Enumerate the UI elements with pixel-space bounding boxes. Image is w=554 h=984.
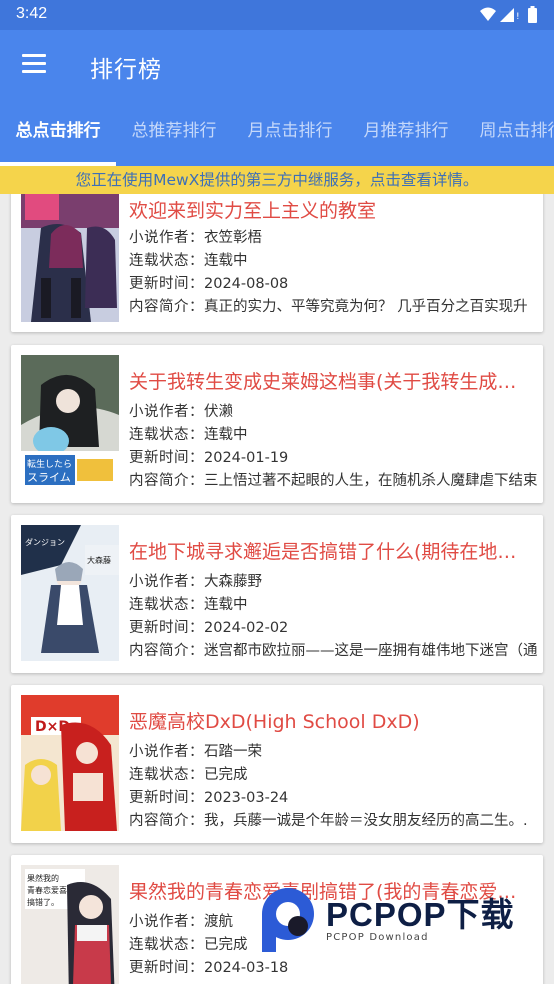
book-author: 石踏一荣 bbox=[204, 744, 262, 760]
book-card[interactable]: D×D 恶魔高校DxD(High School DxD) 小说作者：石踏一荣 连… bbox=[11, 685, 543, 843]
tab-bar: 总点击排行 总推荐排行 月点击排行 月推荐排行 周点击排行 bbox=[0, 100, 554, 166]
author-label: 小说作者： bbox=[129, 404, 204, 420]
svg-text:搞错了。: 搞错了。 bbox=[27, 897, 59, 907]
summary-label: 内容简介： bbox=[129, 473, 204, 489]
book-updated: 2024-03-18 bbox=[204, 960, 289, 976]
tab-monthly-clicks[interactable]: 月点击排行 bbox=[232, 100, 348, 166]
book-cover-image: 果然我的 青春恋爱喜剧 搞错了。 bbox=[21, 865, 119, 984]
book-list[interactable]: 欢迎来到实力至上主义的教室 小说作者：衣笠彰梧 连载状态：连载中 更新时间：20… bbox=[0, 194, 554, 984]
book-title: 关于我转生变成史莱姆这档事(关于我转生成… bbox=[129, 371, 517, 393]
book-updated-row: 更新时间：2024-08-08 bbox=[129, 272, 539, 293]
summary-label: 内容简介： bbox=[129, 299, 204, 315]
book-updated-row: 更新时间：2024-03-18 bbox=[129, 956, 539, 977]
book-author: 伏濑 bbox=[204, 404, 233, 420]
book-status: 连载中 bbox=[204, 427, 248, 443]
book-updated: 2024-02-02 bbox=[204, 620, 289, 636]
book-status-row: 连载状态：连载中 bbox=[129, 249, 539, 270]
updated-label: 更新时间： bbox=[129, 276, 204, 292]
menu-icon[interactable] bbox=[22, 54, 46, 73]
updated-label: 更新时间： bbox=[129, 960, 204, 976]
book-status: 连载中 bbox=[204, 253, 248, 269]
book-updated-row: 更新时间：2024-02-02 bbox=[129, 616, 539, 637]
book-author: 衣笠彰梧 bbox=[204, 230, 262, 246]
watermark-logo: PCPOP下载 PCPOP Download bbox=[256, 886, 546, 954]
book-updated: 2023-03-24 bbox=[204, 790, 289, 806]
svg-text:!: ! bbox=[516, 12, 520, 22]
book-summary-row: 内容简介：我，兵藤一诚是个年龄＝没女朋友经历的高二生。. bbox=[129, 809, 539, 830]
book-summary-row: 内容简介：三上悟过著不起眼的人生，在随机杀人魔肆虐下结束 bbox=[129, 469, 539, 490]
summary-label: 内容简介： bbox=[129, 813, 204, 829]
book-author-row: 小说作者：石踏一荣 bbox=[129, 740, 539, 761]
author-label: 小说作者： bbox=[129, 574, 204, 590]
battery-icon bbox=[528, 6, 537, 23]
author-label: 小说作者： bbox=[129, 744, 204, 760]
book-cover-image: ダンジョン 大森藤 bbox=[21, 525, 119, 661]
book-status-row: 连载状态：连载中 bbox=[129, 593, 539, 614]
book-author: 大森藤野 bbox=[204, 574, 262, 590]
book-card[interactable]: ダンジョン 大森藤 在地下城寻求邂逅是否搞错了什么(期待在地… 小说作者：大森藤… bbox=[11, 515, 543, 673]
book-title: 欢迎来到实力至上主义的教室 bbox=[129, 200, 377, 222]
book-author-row: 小说作者：大森藤野 bbox=[129, 570, 539, 591]
app-bar: 排行榜 bbox=[0, 30, 554, 100]
book-status: 已完成 bbox=[204, 937, 248, 953]
updated-label: 更新时间： bbox=[129, 620, 204, 636]
status-label: 连载状态： bbox=[129, 937, 204, 953]
book-updated: 2024-01-19 bbox=[204, 450, 289, 466]
book-author: 渡航 bbox=[204, 914, 233, 930]
pcpop-logo-icon bbox=[262, 888, 314, 952]
wifi-icon bbox=[480, 7, 496, 21]
svg-text:転生したら: 転生したら bbox=[27, 458, 72, 470]
svg-text:果然我的: 果然我的 bbox=[27, 873, 59, 883]
book-updated: 2024-08-08 bbox=[204, 276, 289, 292]
tab-monthly-recommend[interactable]: 月推荐排行 bbox=[348, 100, 464, 166]
status-bar: 3:42 ! bbox=[0, 0, 554, 30]
book-updated-row: 更新时间：2023-03-24 bbox=[129, 786, 539, 807]
book-summary-row: 内容简介：真正的实力、平等究竟为何？ 几乎百分之百实现升 bbox=[129, 295, 539, 316]
relay-notice-banner[interactable]: 您正在使用MewX提供的第三方中继服务，点击查看详情。 bbox=[0, 166, 554, 194]
tab-weekly-clicks[interactable]: 周点击排行 bbox=[464, 100, 554, 166]
signal-icon: ! bbox=[500, 8, 520, 22]
book-cover-image bbox=[21, 194, 119, 322]
svg-text:大森藤: 大森藤 bbox=[87, 555, 111, 565]
status-icons: ! bbox=[480, 6, 537, 23]
book-title: 在地下城寻求邂逅是否搞错了什么(期待在地… bbox=[129, 541, 517, 563]
watermark-subtext: PCPOP Download bbox=[326, 932, 429, 943]
status-label: 连载状态： bbox=[129, 253, 204, 269]
book-updated-row: 更新时间：2024-01-19 bbox=[129, 446, 539, 467]
svg-text:スライム: スライム bbox=[27, 471, 71, 484]
book-status: 已完成 bbox=[204, 767, 248, 783]
book-status: 连载中 bbox=[204, 597, 248, 613]
author-label: 小说作者： bbox=[129, 914, 204, 930]
book-author-row: 小说作者：伏濑 bbox=[129, 400, 539, 421]
tab-total-recommend[interactable]: 总推荐排行 bbox=[116, 100, 232, 166]
book-cover-image: 転生したら スライム bbox=[21, 355, 119, 491]
book-summary: 真正的实力、平等究竟为何？ 几乎百分之百实现升 bbox=[204, 299, 528, 315]
book-summary: 三上悟过著不起眼的人生，在随机杀人魔肆虐下结束 bbox=[204, 473, 538, 489]
updated-label: 更新时间： bbox=[129, 790, 204, 806]
updated-label: 更新时间： bbox=[129, 450, 204, 466]
status-label: 连载状态： bbox=[129, 767, 204, 783]
tab-total-clicks[interactable]: 总点击排行 bbox=[0, 100, 116, 166]
status-time: 3:42 bbox=[16, 5, 48, 22]
book-author-row: 小说作者：衣笠彰梧 bbox=[129, 226, 539, 247]
status-label: 连载状态： bbox=[129, 427, 204, 443]
book-summary-row: 内容简介：迷宫都市欧拉丽——这是一座拥有雄伟地下迷宫（通 bbox=[129, 639, 539, 660]
book-card[interactable]: 欢迎来到实力至上主义的教室 小说作者：衣笠彰梧 连载状态：连载中 更新时间：20… bbox=[11, 194, 543, 332]
book-title: 恶魔高校DxD(High School DxD) bbox=[129, 711, 420, 733]
book-card[interactable]: 転生したら スライム 关于我转生变成史莱姆这档事(关于我转生成… 小说作者：伏濑… bbox=[11, 345, 543, 503]
book-cover-image: D×D bbox=[21, 695, 119, 831]
watermark-text: PCPOP下载 bbox=[326, 896, 515, 933]
summary-label: 内容简介： bbox=[129, 643, 204, 659]
book-summary: 我，兵藤一诚是个年龄＝没女朋友经历的高二生。. bbox=[204, 813, 528, 829]
book-status-row: 连载状态：连载中 bbox=[129, 423, 539, 444]
book-status-row: 连载状态：已完成 bbox=[129, 763, 539, 784]
book-summary: 迷宫都市欧拉丽——这是一座拥有雄伟地下迷宫（通 bbox=[204, 643, 538, 659]
author-label: 小说作者： bbox=[129, 230, 204, 246]
page-title: 排行榜 bbox=[90, 57, 162, 83]
svg-text:ダンジョン: ダンジョン bbox=[25, 537, 65, 547]
status-label: 连载状态： bbox=[129, 597, 204, 613]
